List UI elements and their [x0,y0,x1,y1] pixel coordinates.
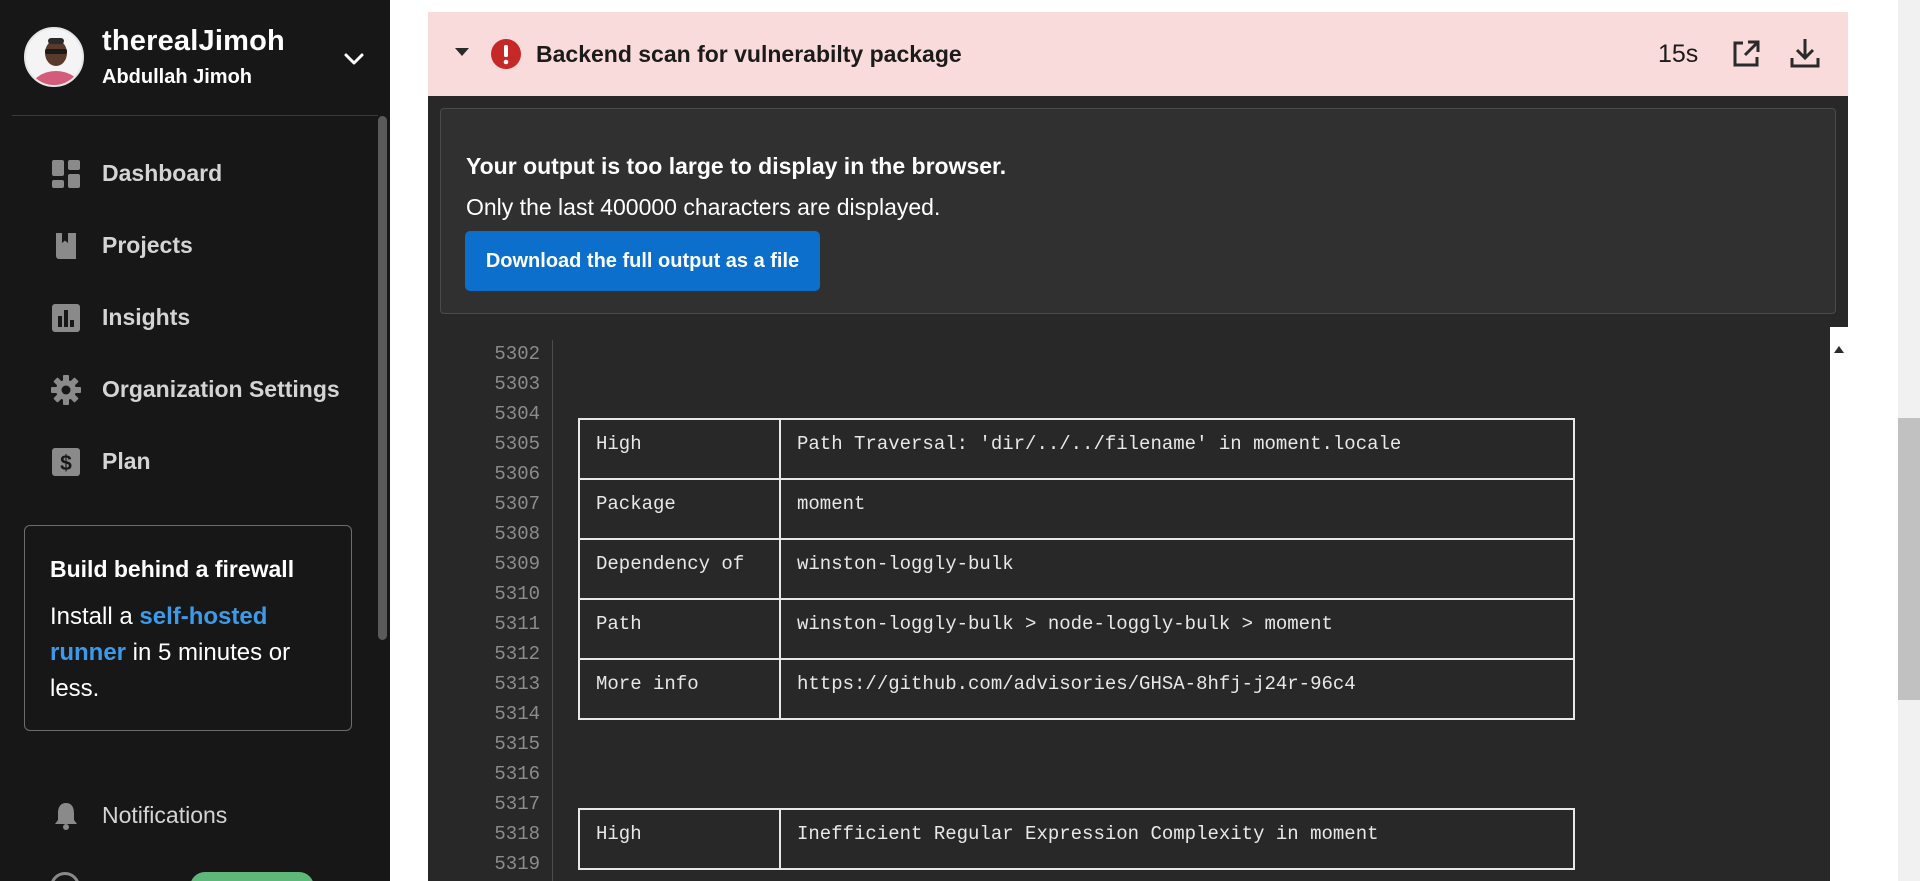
table-border [578,418,1575,420]
gear-icon [50,374,82,406]
line-number: 5319 [494,853,540,875]
step-duration: 15s [1658,40,1699,68]
globe-icon [50,872,80,881]
line-number: 5309 [494,553,540,575]
table-border [1573,808,1575,868]
step-header[interactable]: Backend scan for vulnerabilty package 15… [428,12,1848,96]
sidebar-item-plan[interactable]: $ Plan [40,434,360,488]
table-value-cell: Path Traversal: 'dir/../../filename' in … [797,433,1402,455]
line-number: 5316 [494,763,540,785]
username: therealJimoh [102,25,285,57]
table-border [578,658,1575,660]
table-value-cell: winston-loggly-bulk [797,553,1014,575]
chevron-down-icon[interactable] [340,45,368,73]
svg-text:$: $ [60,452,72,475]
log-gutter-divider [552,340,553,881]
line-number: 5306 [494,463,540,485]
table-key-cell: High [596,823,642,845]
divider [12,115,378,116]
dollar-icon: $ [50,446,82,478]
promo-card: Build behind a firewall Install a self-h… [24,525,352,731]
table-value-cell: https://github.com/advisories/GHSA-8hfj-… [797,673,1356,695]
table-border [578,418,580,718]
table-key-cell: More info [596,673,699,695]
line-number: 5302 [494,343,540,365]
line-number: 5303 [494,373,540,395]
table-border [1573,418,1575,718]
line-number: 5314 [494,703,540,725]
notice-text: Only the last 400000 characters are disp… [466,194,941,220]
line-number: 5307 [494,493,540,515]
error-icon [490,38,522,70]
table-key-cell: Package [596,493,676,515]
table-border [578,808,580,868]
line-number: 5311 [494,613,540,635]
notice-title: Your output is too large to display in t… [466,153,1007,179]
table-value-cell: moment [797,493,866,515]
table-border [578,538,1575,540]
table-key-cell: High [596,433,642,455]
line-number: 5308 [494,523,540,545]
promo-text-before: Install a [50,603,140,630]
line-number: 5315 [494,733,540,755]
promo-title: Build behind a firewall [50,556,295,582]
line-number: 5317 [494,793,540,815]
table-value-cell: winston-loggly-bulk > node-loggly-bulk >… [797,613,1333,635]
output-too-large-notice: Your output is too large to display in t… [440,108,1836,314]
table-border [779,418,781,718]
sidebar-item-label: Organization Settings [102,376,340,402]
scroll-up-arrow-icon[interactable] [1834,346,1844,353]
line-number: 5318 [494,823,540,845]
table-key-cell: Dependency of [596,553,745,575]
line-number: 5310 [494,583,540,605]
log-scrollbar[interactable] [1830,327,1848,881]
download-full-output-button[interactable]: Download the full output as a file [465,231,820,291]
sidebar-scrollbar-thumb[interactable] [378,116,387,640]
sidebar-item-insights[interactable]: Insights [40,290,360,344]
sidebar: therealJimoh Abdullah Jimoh Dashboard Pr… [0,0,390,881]
bell-icon [50,800,82,832]
line-number: 5304 [494,403,540,425]
bar-chart-icon [50,302,82,334]
sidebar-item-partial[interactable] [40,862,360,881]
line-number: 5312 [494,643,540,665]
table-border [578,868,1575,870]
download-icon[interactable] [1788,36,1822,70]
table-border [578,598,1575,600]
table-border [578,808,1575,810]
sidebar-item-projects[interactable]: Projects [40,218,360,272]
dashboard-icon [50,158,82,190]
sidebar-item-label: Insights [102,304,191,330]
open-external-icon[interactable] [1730,38,1762,70]
sidebar-item-label: Notifications [102,802,228,828]
log-output: 5302 5303 5304 5305 5306 5307 5308 5309 5310 5311… [428,327,1840,881]
line-number: 5313 [494,673,540,695]
table-border [779,808,781,868]
job-step-panel: Backend scan for vulnerabilty package 15… [428,12,1848,881]
full-name: Abdullah Jimoh [102,66,252,88]
status-badge [190,872,314,881]
caret-down-icon[interactable] [452,42,472,62]
main-content: Backend scan for vulnerabilty package 15… [390,0,1898,881]
sidebar-item-notifications[interactable]: Notifications [40,788,360,842]
account-switcher[interactable]: therealJimoh Abdullah Jimoh [0,0,390,115]
table-value-cell: Inefficient Regular Expression Complexit… [797,823,1379,845]
sidebar-item-dashboard[interactable]: Dashboard [40,146,360,200]
table-border [578,718,1575,720]
sidebar-item-label: Dashboard [102,160,223,186]
page-scrollbar-thumb[interactable] [1898,418,1920,700]
line-number: 5305 [494,433,540,455]
sidebar-item-label: Plan [102,448,151,474]
promo-text: Install a self-hosted runner in 5 minute… [50,599,320,707]
book-icon [50,230,82,262]
avatar [24,27,84,87]
sidebar-item-label: Projects [102,232,193,258]
sidebar-item-organization-settings[interactable]: Organization Settings [40,362,360,416]
step-title: Backend scan for vulnerabilty package [536,41,962,67]
table-border [578,478,1575,480]
table-key-cell: Path [596,613,642,635]
